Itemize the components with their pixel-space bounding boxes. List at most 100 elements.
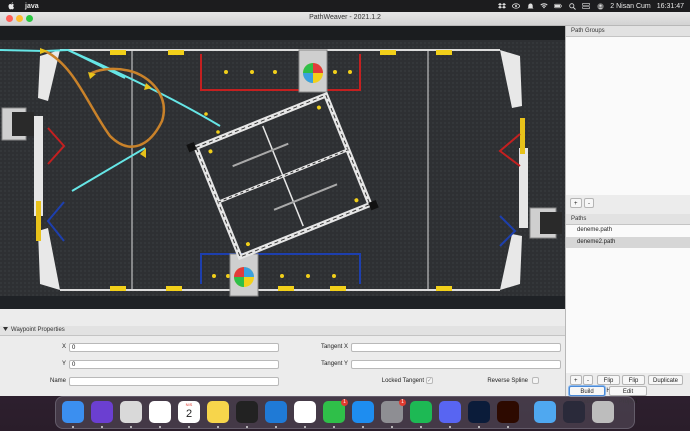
- waypoint-properties-header[interactable]: Waypoint Properties: [0, 326, 565, 336]
- menu-date[interactable]: 2 Nisan Cum: [610, 3, 650, 10]
- eye-icon[interactable]: [512, 3, 521, 10]
- field-image[interactable]: [0, 26, 565, 309]
- discord-icon[interactable]: [439, 401, 461, 423]
- waypoint-properties-title: Waypoint Properties: [11, 327, 65, 333]
- control-center-icon[interactable]: [582, 3, 591, 10]
- duplicate-button[interactable]: Duplicate: [648, 375, 683, 385]
- menu-app-name[interactable]: java: [25, 3, 39, 10]
- paths-list[interactable]: deneme.path deneme2.path: [566, 225, 690, 373]
- calendar-day: 2: [185, 408, 193, 420]
- battery-icon[interactable]: [554, 3, 563, 10]
- x-label: X: [61, 344, 66, 350]
- edit-project-button[interactable]: Edit Project: [609, 386, 647, 405]
- finder-icon[interactable]: [62, 401, 84, 423]
- path-item-selected[interactable]: deneme2.path: [566, 237, 690, 248]
- terminal-icon[interactable]: [236, 401, 258, 423]
- field-canvas[interactable]: [0, 26, 565, 309]
- tangent-x-field[interactable]: [351, 343, 561, 352]
- flip-h-button[interactable]: Flip H: [597, 375, 620, 394]
- name-field[interactable]: [69, 377, 279, 386]
- pathweaver-window: PathWeaver - 2021.1.2 Waypoint Propertie…: [0, 12, 690, 405]
- remove-path-group-button[interactable]: -: [584, 198, 594, 208]
- system-preferences-icon[interactable]: 1: [381, 399, 406, 423]
- chrome-icon[interactable]: [149, 401, 171, 423]
- tangent-y-label: Tangent Y: [321, 361, 348, 367]
- trash-icon[interactable]: [592, 401, 614, 423]
- window-title: PathWeaver - 2021.1.2: [309, 14, 381, 21]
- running-indicator: [159, 426, 161, 428]
- spotify-icon[interactable]: [410, 401, 432, 423]
- reverse-spline-checkbox[interactable]: [532, 377, 539, 384]
- running-indicator: [304, 426, 306, 428]
- menu-time[interactable]: 16:31:47: [657, 3, 684, 10]
- photoshop-icon[interactable]: [468, 401, 490, 423]
- remove-path-button[interactable]: -: [583, 375, 593, 385]
- launchpad-icon[interactable]: [120, 401, 142, 423]
- waypoint-properties-panel: Waypoint Properties X 0 Y 0 Name Tangent…: [0, 326, 565, 396]
- paths-toolbar: + - Flip H Flip V Duplicate: [566, 373, 690, 394]
- dropbox-icon[interactable]: [498, 2, 507, 10]
- photos-icon[interactable]: [294, 401, 316, 423]
- control-panel-top: [298, 49, 328, 93]
- path-groups-toolbar: + -: [566, 195, 690, 211]
- path-groups-header: Path Groups: [566, 26, 690, 37]
- path-item[interactable]: deneme.path: [566, 225, 690, 236]
- path-groups-list[interactable]: [566, 37, 690, 195]
- canvas-spacer: [0, 309, 565, 326]
- facetime-icon[interactable]: 1: [323, 399, 348, 423]
- add-path-button[interactable]: +: [570, 375, 582, 385]
- siri-icon[interactable]: [91, 401, 113, 423]
- locked-tangent-checkbox[interactable]: ✓: [426, 377, 433, 384]
- bell-icon[interactable]: [526, 3, 534, 10]
- y-field[interactable]: 0: [69, 360, 279, 369]
- running-indicator: [188, 426, 190, 428]
- running-indicator: [391, 426, 393, 428]
- title-bar[interactable]: PathWeaver - 2021.1.2: [0, 12, 690, 26]
- chevron-down-icon[interactable]: [3, 326, 8, 335]
- apple-icon[interactable]: [8, 2, 15, 10]
- notification-badge: 1: [341, 399, 348, 406]
- downloads-folder-icon[interactable]: [534, 401, 556, 423]
- calendar-month: NIS: [185, 402, 193, 407]
- notification-badge: 1: [399, 399, 406, 406]
- running-indicator: [362, 426, 364, 428]
- name-label: Name: [49, 378, 66, 384]
- build-paths-button[interactable]: Build Paths: [569, 386, 605, 405]
- illustrator-icon[interactable]: [497, 401, 519, 423]
- tangent-y-field[interactable]: [351, 360, 561, 369]
- right-panel: Path Groups + - Paths deneme.path deneme…: [565, 26, 690, 405]
- user-icon[interactable]: [596, 2, 604, 10]
- app-store-icon[interactable]: [352, 401, 374, 423]
- menu-bar: java 2 Nisan Cum 16:31:47: [0, 0, 690, 12]
- running-indicator: [275, 426, 277, 428]
- window-preview-icon[interactable]: [563, 401, 585, 423]
- calendar-icon[interactable]: NIS 2: [178, 401, 200, 423]
- running-indicator: [420, 426, 422, 428]
- running-indicator: [333, 426, 335, 428]
- dock: NIS 2 1 1: [55, 396, 635, 429]
- tangent-x-label: Tangent X: [320, 344, 348, 350]
- running-indicator: [130, 426, 132, 428]
- running-indicator: [478, 426, 480, 428]
- search-icon[interactable]: [568, 2, 576, 10]
- reverse-spline-label: Reverse Spline: [487, 378, 528, 384]
- vscode-icon[interactable]: [265, 401, 287, 423]
- running-indicator: [449, 426, 451, 428]
- running-indicator: [507, 426, 509, 428]
- x-field[interactable]: 0: [69, 343, 279, 352]
- control-panel-bottom: [229, 253, 259, 297]
- checkmark-icon: ✓: [427, 378, 433, 384]
- add-path-group-button[interactable]: +: [570, 198, 582, 208]
- build-toolbar: Build Paths Edit Project: [566, 386, 690, 405]
- paths-header: Paths: [566, 214, 690, 225]
- field-margin: [0, 296, 565, 309]
- wifi-icon[interactable]: [540, 3, 548, 10]
- running-indicator: [72, 426, 74, 428]
- locked-tangent-label: Locked Tangent: [381, 378, 424, 384]
- running-indicator: [101, 426, 103, 428]
- running-indicator: [246, 426, 248, 428]
- flip-v-button[interactable]: Flip V: [622, 375, 645, 394]
- notes-icon[interactable]: [207, 401, 229, 423]
- y-label: Y: [61, 361, 66, 367]
- running-indicator: [217, 426, 219, 428]
